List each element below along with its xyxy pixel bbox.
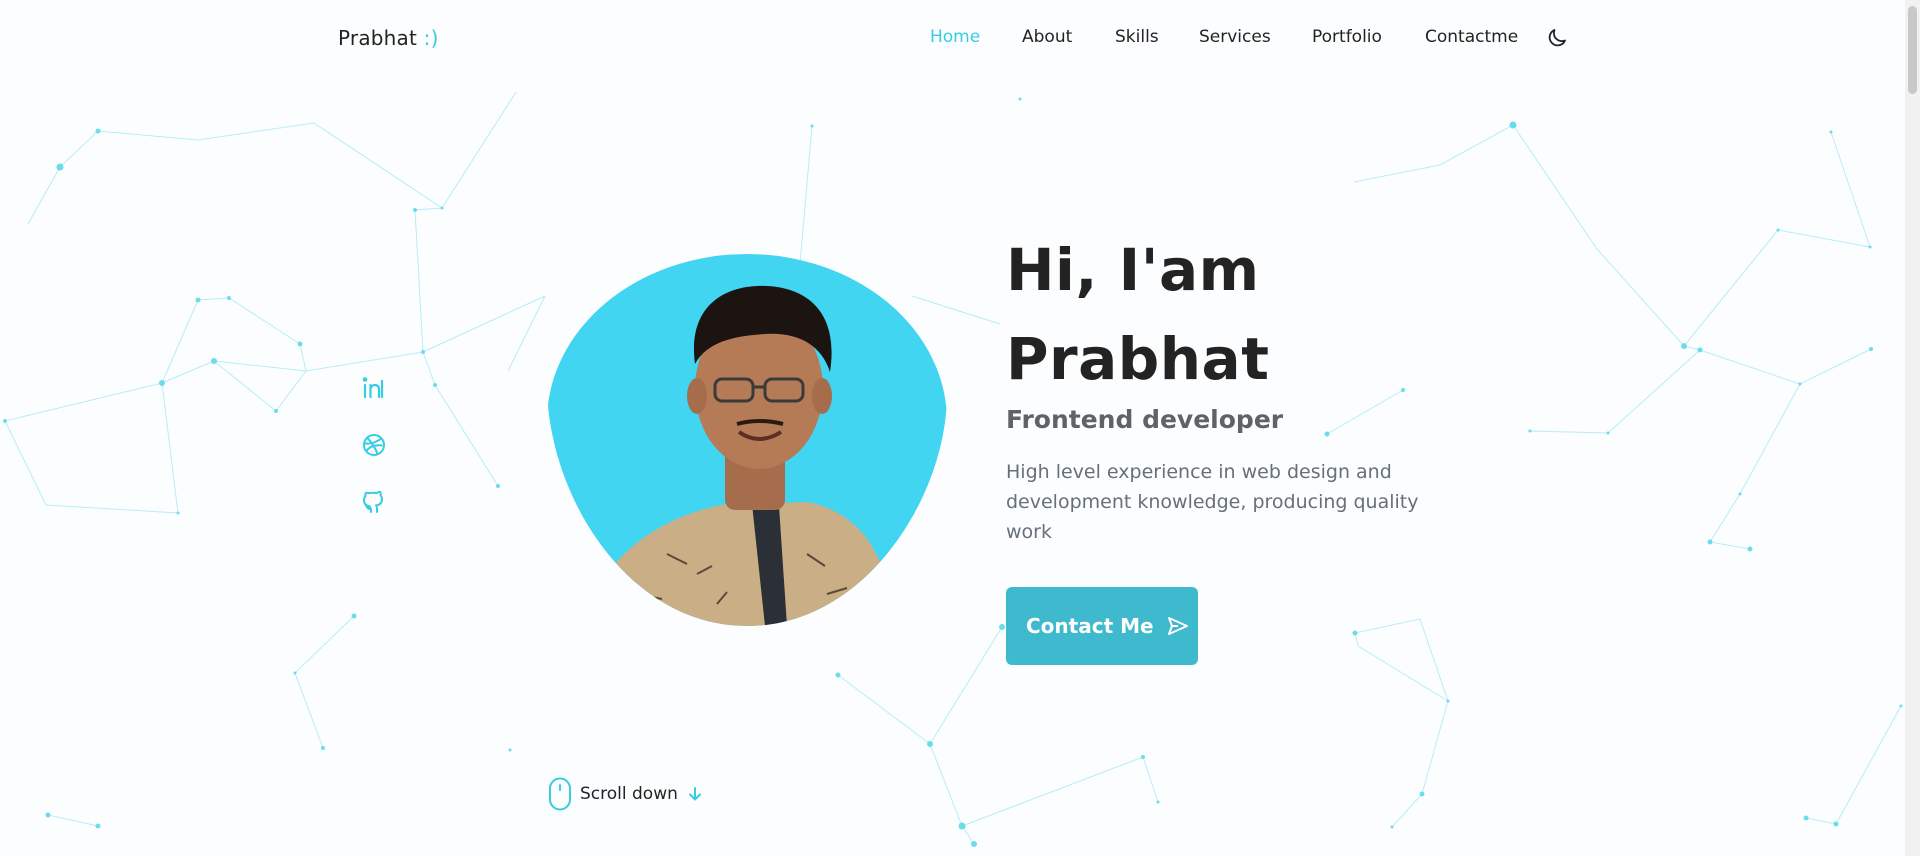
particle-network-background: [3, 91, 1903, 847]
scrollbar-thumb[interactable]: [1908, 6, 1917, 94]
nav-services[interactable]: Services: [1199, 27, 1271, 47]
mouse-icon: [549, 777, 571, 811]
site-header: Prabhat :) Home About Skills Services Po…: [0, 0, 1905, 78]
dribbble-icon[interactable]: [361, 432, 387, 458]
github-icon[interactable]: [361, 489, 387, 515]
nav-contactme[interactable]: Contactme: [1425, 27, 1518, 47]
portfolio-page: Prabhat :) Home About Skills Services Po…: [0, 0, 1920, 856]
contact-me-label: Contact Me: [1026, 614, 1154, 638]
scroll-down-label: Scroll down: [580, 784, 678, 804]
nav-about[interactable]: About: [1022, 27, 1072, 47]
moon-icon[interactable]: [1545, 26, 1569, 50]
send-icon: [1167, 617, 1188, 635]
scroll-down-link[interactable]: Scroll down: [548, 777, 704, 811]
hero-title-line1: Hi, I'am: [1006, 236, 1260, 304]
linkedin-icon[interactable]: [361, 375, 387, 401]
main-nav: Home About Skills Services Portfolio Con…: [0, 27, 1905, 51]
nav-home[interactable]: Home: [930, 27, 980, 47]
hero-title: Hi, I'am Prabhat: [1006, 226, 1269, 404]
hero-description: High level experience in web design and …: [1006, 461, 1419, 543]
nav-portfolio[interactable]: Portfolio: [1312, 27, 1382, 47]
hero-subtitle: Frontend developer: [1006, 405, 1284, 434]
arrow-down-icon: [688, 787, 701, 801]
hero-title-line2: Prabhat: [1006, 325, 1270, 393]
page-scrollbar[interactable]: [1905, 0, 1920, 856]
contact-me-button[interactable]: Contact Me: [1006, 587, 1198, 665]
nav-skills[interactable]: Skills: [1115, 27, 1159, 47]
